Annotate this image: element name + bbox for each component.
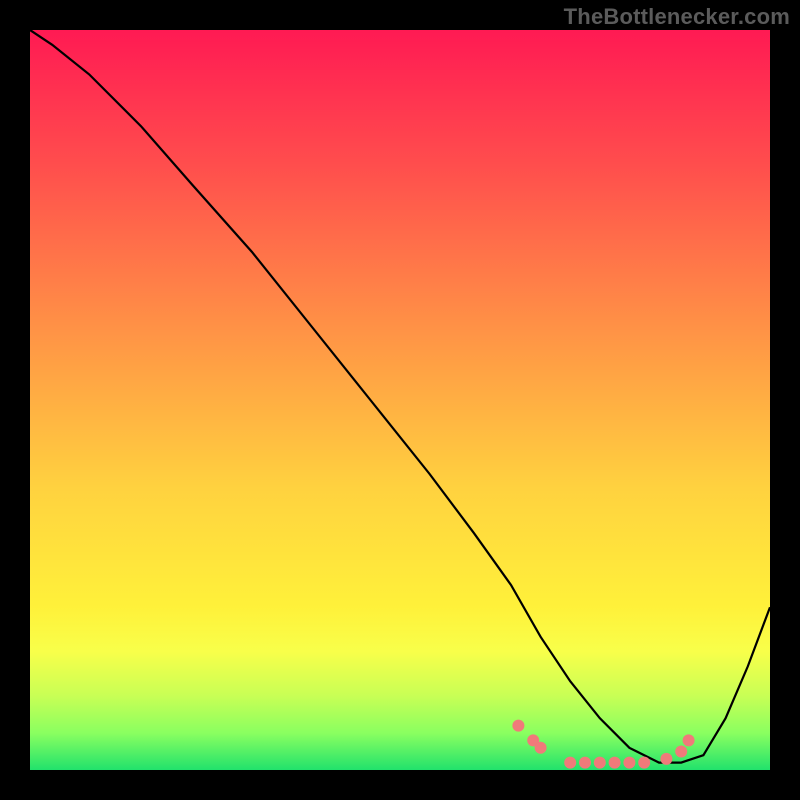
- marker-dot: [660, 753, 672, 765]
- marker-dot: [683, 734, 695, 746]
- marker-dot: [594, 757, 606, 769]
- plot-background: [30, 30, 770, 770]
- marker-dot: [638, 757, 650, 769]
- attribution-text: TheBottlenecker.com: [564, 4, 790, 30]
- bottleneck-chart: [30, 30, 770, 770]
- marker-dot: [609, 757, 621, 769]
- marker-dot: [564, 757, 576, 769]
- chart-frame: TheBottlenecker.com: [0, 0, 800, 800]
- marker-dot: [512, 720, 524, 732]
- marker-dot: [675, 746, 687, 758]
- marker-dot: [579, 757, 591, 769]
- marker-dot: [535, 742, 547, 754]
- marker-dot: [623, 757, 635, 769]
